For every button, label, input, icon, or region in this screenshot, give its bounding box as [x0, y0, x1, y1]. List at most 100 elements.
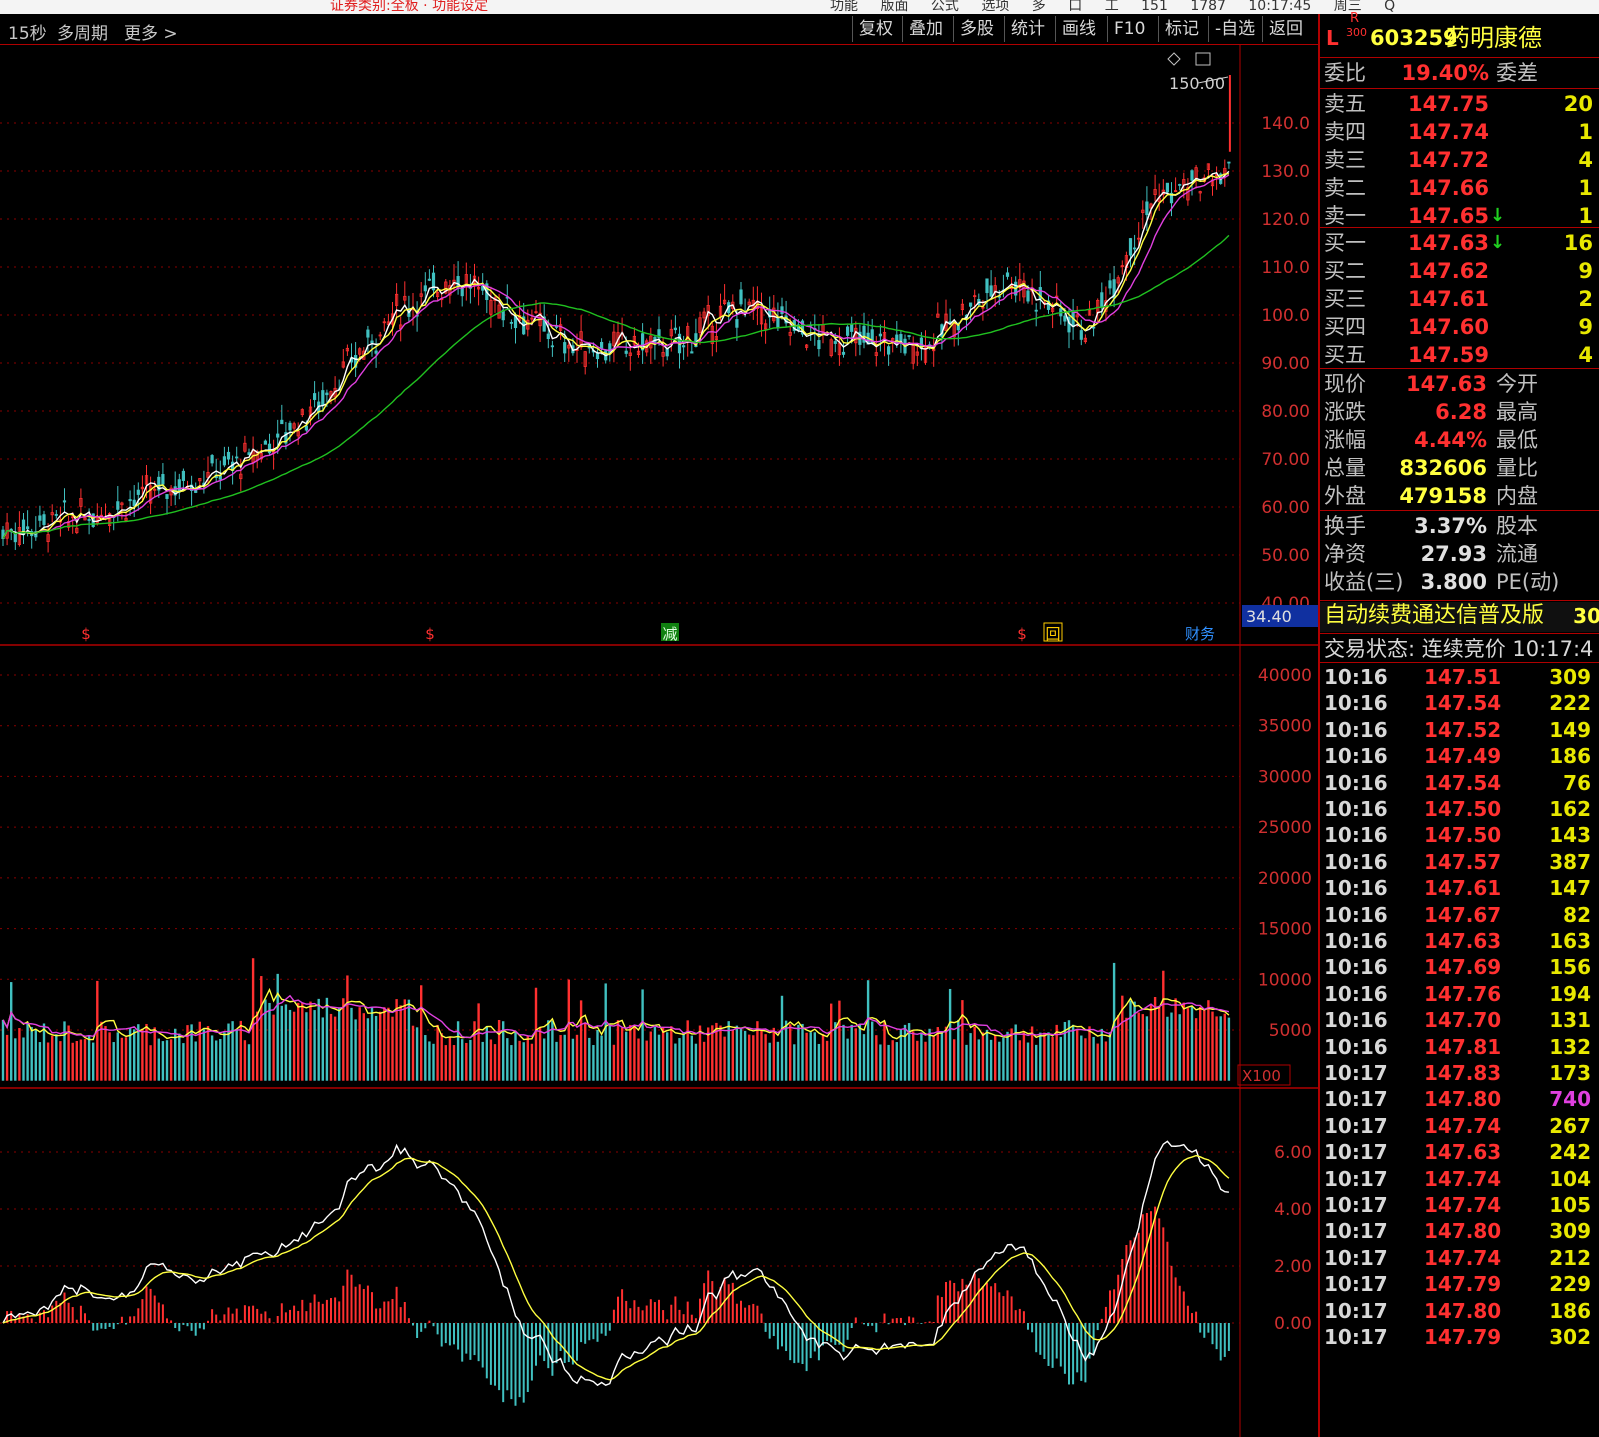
- candle-body: [546, 333, 550, 340]
- tick-row[interactable]: 10:16 147.50 162: [1320, 796, 1599, 823]
- volume-bar: [338, 1008, 341, 1081]
- tick-time: 10:16: [1324, 981, 1388, 1006]
- tick-row[interactable]: 10:17 147.80 309: [1320, 1218, 1599, 1245]
- tick-row[interactable]: 10:16 147.81 132: [1320, 1034, 1599, 1061]
- ask-row-3-value: 147.72: [1407, 148, 1489, 172]
- multi-period-button[interactable]: 多周期: [57, 19, 108, 44]
- back-button[interactable]: 返回: [1262, 16, 1309, 42]
- volume-bar: [403, 999, 406, 1081]
- event-marker-3: $: [1017, 625, 1027, 643]
- volume-bar: [584, 1022, 587, 1081]
- stat-a-row: 涨幅 4.44% 最低: [1320, 426, 1599, 454]
- wei-bi-label: 委比: [1324, 61, 1366, 85]
- volume-bar: [440, 1033, 443, 1081]
- volume-bar: [231, 1021, 234, 1081]
- tick-row[interactable]: 10:17 147.74 212: [1320, 1245, 1599, 1272]
- tick-row[interactable]: 10:17 147.74 105: [1320, 1192, 1599, 1219]
- price-axis-label: 60.00: [1261, 498, 1310, 518]
- candles: [1, 159, 1231, 553]
- volume-bar: [223, 1032, 226, 1081]
- volume-bar: [1199, 1006, 1202, 1081]
- volume-bar: [698, 1025, 702, 1081]
- tick-row[interactable]: 10:17 147.80 740: [1320, 1086, 1599, 1113]
- volume-bar: [604, 983, 607, 1081]
- draw-line-button[interactable]: 画线: [1055, 16, 1102, 42]
- ask-row-3: 卖三 147.72 4: [1320, 146, 1599, 174]
- mark-button[interactable]: 标记: [1158, 16, 1205, 42]
- candle-body: [833, 341, 837, 344]
- candle-body: [423, 285, 427, 292]
- tick-row[interactable]: 10:16 147.50 143: [1320, 822, 1599, 849]
- volume-bar: [694, 1043, 698, 1081]
- tick-row[interactable]: 10:16 147.61 147: [1320, 875, 1599, 902]
- f10-button[interactable]: F10: [1107, 16, 1151, 42]
- candle-body: [846, 326, 850, 336]
- bid-row-2-volume: 9: [1578, 259, 1593, 283]
- volume-bar: [473, 1021, 476, 1081]
- tick-row[interactable]: 10:16 147.69 156: [1320, 954, 1599, 981]
- tick-row[interactable]: 10:16 147.54 76: [1320, 770, 1599, 797]
- volume-bar: [875, 1035, 878, 1081]
- tick-row[interactable]: 10:16 147.76 194: [1320, 981, 1599, 1008]
- stock-tag-r: R: [1350, 11, 1360, 26]
- tick-price: 147.50: [1424, 823, 1502, 848]
- tick-row[interactable]: 10:16 147.51 309: [1320, 664, 1599, 691]
- volume-bar: [981, 1032, 985, 1081]
- stat-a-row-label2: 今开: [1496, 372, 1538, 396]
- tick-row[interactable]: 10:17 147.79 302: [1320, 1324, 1599, 1351]
- bid-row-3-value: 147.61: [1407, 287, 1489, 311]
- tick-row[interactable]: 10:17 147.83 173: [1320, 1060, 1599, 1087]
- top-strip-menu[interactable]: 功能 版面 公式 选项 多 口 工 151 1787 10:17:45 周三 Q: [830, 0, 1395, 14]
- volume-bar: [301, 1002, 304, 1081]
- volume-bar: [883, 1021, 886, 1081]
- tick-row[interactable]: 10:16 147.49 186: [1320, 743, 1599, 770]
- kline-chart[interactable]: 140.0 130.0 120.0 110.0 100.0 90.00 80.00 70.00…: [0, 45, 1318, 1437]
- volume-bar: [100, 1021, 103, 1081]
- tick-row[interactable]: 10:16 147.63 163: [1320, 928, 1599, 955]
- stat-a-row-label2: 量比: [1496, 456, 1538, 480]
- volume-bar: [842, 1024, 845, 1081]
- overlay-button[interactable]: 叠加: [902, 16, 949, 42]
- tick-row[interactable]: 10:17 147.74 267: [1320, 1113, 1599, 1140]
- more-button[interactable]: 更多 >: [124, 19, 178, 44]
- volume-bar: [354, 1019, 357, 1081]
- volume-bar: [813, 1032, 816, 1081]
- tick-row[interactable]: 10:17 147.63 242: [1320, 1139, 1599, 1166]
- promo-row[interactable]: 自动续费通达信普及版 30: [1320, 602, 1599, 632]
- volume-bar: [1211, 1011, 1214, 1081]
- tick-row[interactable]: 10:16 147.57 387: [1320, 849, 1599, 876]
- volume-bar: [71, 1042, 74, 1081]
- promo-text[interactable]: 自动续费通达信普及版: [1324, 602, 1544, 630]
- price-axis-label: 70.00: [1261, 450, 1310, 470]
- tick-row[interactable]: 10:16 147.67 82: [1320, 902, 1599, 929]
- tick-row[interactable]: 10:17 147.79 229: [1320, 1271, 1599, 1298]
- volume-bar: [748, 1034, 751, 1081]
- tick-row[interactable]: 10:17 147.80 186: [1320, 1298, 1599, 1325]
- tick-price: 147.74: [1424, 1245, 1502, 1270]
- trade-status-row: 交易状态: 连续竞价 10:17:4: [1320, 634, 1599, 664]
- volume-axis-label: 20000: [1258, 869, 1312, 889]
- tick-row[interactable]: 10:16 147.70 131: [1320, 1007, 1599, 1034]
- statistics-button[interactable]: 统计: [1004, 16, 1051, 42]
- volume-bar: [411, 1025, 415, 1081]
- multi-stock-button[interactable]: 多股: [953, 16, 1000, 42]
- volume-bar: [657, 1034, 661, 1081]
- tick-row[interactable]: 10:16 147.54 222: [1320, 690, 1599, 717]
- adjust-button[interactable]: 复权: [852, 16, 899, 42]
- tick-row[interactable]: 10:16 147.52 149: [1320, 717, 1599, 744]
- volume-bar: [998, 1041, 1001, 1081]
- volume-bar: [797, 1024, 800, 1081]
- tick-row[interactable]: 10:17 147.74 104: [1320, 1166, 1599, 1193]
- volume-bar: [116, 1032, 119, 1081]
- candle-body: [682, 345, 686, 348]
- candle-body: [54, 514, 58, 516]
- period-15s-button[interactable]: 15秒: [8, 19, 47, 44]
- volume-bar: [104, 1026, 107, 1081]
- volume-bar: [1080, 1035, 1083, 1081]
- tick-volume: 212: [1549, 1245, 1591, 1270]
- volume-bar: [973, 1026, 976, 1081]
- tick-time: 10:16: [1324, 955, 1388, 980]
- volume-bar: [805, 1032, 808, 1081]
- volume-bar: [284, 1004, 288, 1081]
- remove-favorite-button[interactable]: -自选: [1208, 16, 1261, 42]
